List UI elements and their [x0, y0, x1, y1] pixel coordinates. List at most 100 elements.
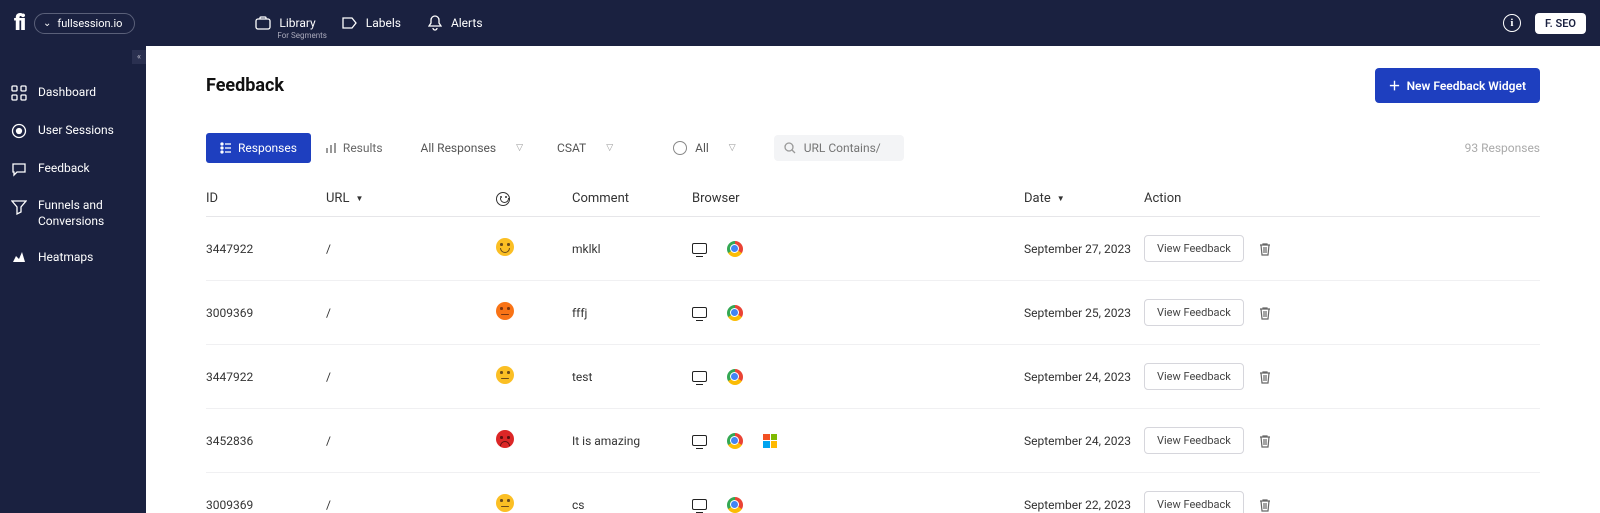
view-feedback-button[interactable]: View Feedback	[1144, 299, 1244, 326]
page-title: Feedback	[206, 75, 284, 96]
trash-icon[interactable]	[1258, 242, 1272, 256]
mood-sad-icon	[496, 302, 514, 320]
sidebar-item-feedback[interactable]: Feedback	[0, 150, 146, 188]
collapse-sidebar-icon[interactable]: «	[132, 50, 146, 64]
trash-icon[interactable]	[1258, 370, 1272, 384]
nav-alerts[interactable]: Alerts	[427, 15, 483, 31]
feedback-table: ID URL▼ Comment Browser Date▼ Action 344…	[206, 181, 1540, 513]
nav-label: Labels	[366, 16, 401, 30]
view-feedback-button[interactable]: View Feedback	[1144, 491, 1244, 513]
cell-action: View Feedback	[1144, 299, 1344, 326]
bell-icon	[427, 15, 443, 31]
mood-happy-icon	[496, 238, 514, 256]
sidebar-item-heatmaps[interactable]: Heatmaps	[0, 239, 146, 277]
cell-url: /	[326, 306, 496, 320]
apple-icon	[763, 305, 779, 321]
desktop-icon	[692, 307, 707, 318]
cell-url: /	[326, 498, 496, 512]
cell-action: View Feedback	[1144, 427, 1344, 454]
cell-mood	[496, 366, 572, 387]
cell-date: September 24, 2023	[1024, 370, 1144, 384]
cell-browser	[692, 305, 1024, 321]
apple-icon	[763, 497, 779, 513]
org-selector[interactable]: ⌄ fullsession.io	[34, 13, 135, 34]
cell-mood	[496, 430, 572, 451]
new-feedback-widget-button[interactable]: ＋ New Feedback Widget	[1375, 68, 1540, 103]
user-badge[interactable]: F. SEO	[1535, 13, 1586, 34]
view-feedback-button[interactable]: View Feedback	[1144, 363, 1244, 390]
mood-neutral-icon	[496, 494, 514, 512]
table-header: ID URL▼ Comment Browser Date▼ Action	[206, 181, 1540, 217]
nav-sublabel: For Segments	[277, 31, 327, 40]
tab-results[interactable]: Results	[311, 133, 397, 163]
top-nav: Library For Segments Labels Alerts	[255, 15, 482, 31]
funnel-icon	[10, 198, 28, 216]
heatmap-icon	[10, 249, 28, 267]
filter-csat[interactable]: CSAT ▽	[547, 135, 623, 161]
cell-comment: cs	[572, 498, 692, 512]
cell-date: September 22, 2023	[1024, 498, 1144, 512]
filter-bar: Responses Results All Responses ▽ CSAT ▽…	[206, 133, 1540, 163]
url-search-input[interactable]	[804, 141, 894, 155]
cell-id: 3447922	[206, 242, 326, 256]
nav-label: Library	[279, 16, 315, 30]
cell-id: 3009369	[206, 498, 326, 512]
cell-date: September 27, 2023	[1024, 242, 1144, 256]
tab-responses[interactable]: Responses	[206, 133, 311, 163]
filter-label: All Responses	[421, 141, 497, 155]
trash-icon[interactable]	[1258, 498, 1272, 512]
cell-url: /	[326, 370, 496, 384]
cell-date: September 25, 2023	[1024, 306, 1144, 320]
button-label: New Feedback Widget	[1407, 79, 1526, 93]
apple-icon	[763, 369, 779, 385]
bars-icon	[325, 142, 337, 154]
col-date[interactable]: Date▼	[1024, 191, 1144, 206]
cell-mood	[496, 238, 572, 259]
chat-icon	[10, 160, 28, 178]
cell-mood	[496, 302, 572, 323]
nav-label: Alerts	[451, 16, 483, 30]
col-id[interactable]: ID	[206, 191, 326, 206]
url-search[interactable]	[774, 135, 904, 161]
cell-browser	[692, 433, 1024, 449]
col-mood[interactable]	[496, 192, 572, 206]
view-feedback-button[interactable]: View Feedback	[1144, 235, 1244, 262]
chrome-icon	[727, 369, 743, 385]
trash-icon[interactable]	[1258, 434, 1272, 448]
sidebar-item-label: Funnels and Conversions	[38, 198, 136, 229]
col-url[interactable]: URL▼	[326, 191, 496, 206]
chrome-icon	[727, 305, 743, 321]
nav-library[interactable]: Library For Segments	[255, 15, 315, 31]
filter-all-responses[interactable]: All Responses ▽	[411, 135, 533, 161]
sidebar-item-label: Heatmaps	[38, 250, 93, 266]
chrome-icon	[727, 241, 743, 257]
info-icon[interactable]: i	[1503, 14, 1521, 32]
sidebar-item-funnels[interactable]: Funnels and Conversions	[0, 188, 146, 239]
sidebar-item-user-sessions[interactable]: User Sessions	[0, 112, 146, 150]
col-comment[interactable]: Comment	[572, 191, 692, 206]
view-feedback-button[interactable]: View Feedback	[1144, 427, 1244, 454]
apple-icon	[763, 241, 779, 257]
cell-browser	[692, 369, 1024, 385]
chevron-down-icon: ▽	[729, 143, 736, 153]
cell-url: /	[326, 242, 496, 256]
filter-mood[interactable]: All ▽	[663, 135, 746, 161]
desktop-icon	[692, 435, 707, 446]
trash-icon[interactable]	[1258, 306, 1272, 320]
cell-comment: fffj	[572, 306, 692, 320]
sidebar-item-label: Dashboard	[38, 85, 96, 101]
search-icon	[784, 142, 796, 154]
topbar: fi ⌄ fullsession.io Library For Segments…	[0, 0, 1600, 46]
nav-labels[interactable]: Labels	[342, 15, 401, 31]
windows-icon	[763, 434, 777, 448]
app-logo: fi	[14, 11, 24, 36]
sort-desc-icon: ▼	[1057, 194, 1065, 203]
desktop-icon	[692, 371, 707, 382]
chrome-icon	[727, 497, 743, 513]
cell-browser	[692, 241, 1024, 257]
plus-icon: ＋	[1389, 77, 1401, 94]
topbar-right: i F. SEO	[1503, 13, 1586, 34]
col-browser[interactable]: Browser	[692, 191, 1024, 206]
sidebar: « Dashboard User Sessions Feedback Funne…	[0, 46, 146, 513]
sidebar-item-dashboard[interactable]: Dashboard	[0, 74, 146, 112]
